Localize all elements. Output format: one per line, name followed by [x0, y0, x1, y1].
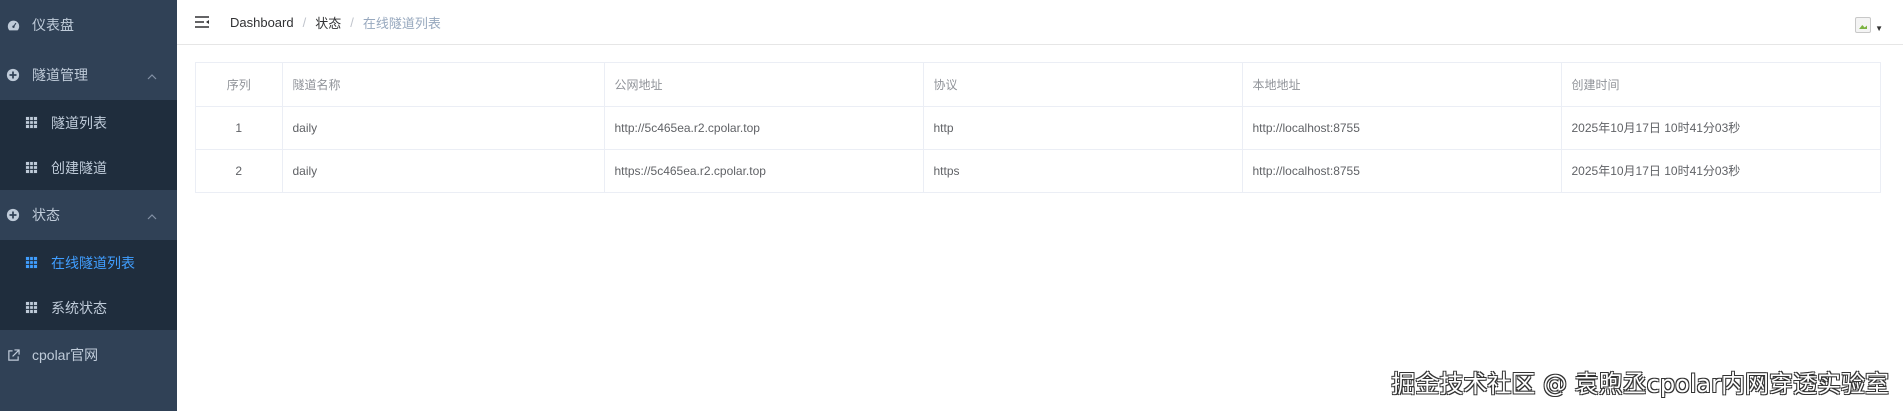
cell-local-addr: http://localhost:8755 [1242, 106, 1562, 150]
main-content: Dashboard / 状态 / 在线隧道列表 ▼ 序列 隧道名称 公网地址 协… [177, 0, 1903, 411]
sidebar-item-label: 状态 [32, 207, 60, 223]
cell-protocol: http [923, 106, 1243, 150]
submenu-tunnel: 隧道列表 创建隧道 [0, 100, 177, 190]
cell-index: 2 [196, 149, 283, 192]
cell-name: daily [282, 106, 605, 150]
sidebar-item-label: 隧道列表 [51, 114, 107, 131]
sidebar-item-label: 仪表盘 [32, 17, 74, 33]
table-icon [25, 116, 39, 130]
sidebar-item-label: 在线隧道列表 [51, 254, 135, 271]
breadcrumb-separator: / [350, 14, 354, 30]
column-header-name: 隧道名称 [282, 63, 605, 107]
cell-created-time: 2025年10月17日 10时41分03秒 [1561, 106, 1880, 150]
plus-circle-icon [6, 68, 20, 82]
app-root: 仪表盘 隧道管理 隧道列表 创建隧道 状态 在线隧道列表 系统状态 cpolar… [0, 0, 1903, 411]
table-icon [25, 161, 39, 175]
sidebar-item-label: 隧道管理 [32, 67, 88, 83]
breadcrumb-item-current: 在线隧道列表 [362, 15, 441, 31]
sidebar-item-tunnel-list[interactable]: 隧道列表 [0, 100, 177, 145]
cell-index: 1 [196, 106, 283, 150]
hamburger-icon[interactable] [192, 12, 212, 32]
breadcrumb-separator: / [302, 14, 307, 30]
table-row: 2 daily https://5c465ea.r2.cpolar.top ht… [196, 149, 1880, 192]
sidebar-item-create-tunnel[interactable]: 创建隧道 [0, 145, 177, 190]
chevron-up-icon [147, 67, 157, 83]
cell-name: daily [282, 149, 605, 192]
breadcrumb-item-status[interactable]: 状态 [315, 13, 341, 32]
table-header-row: 序列 隧道名称 公网地址 协议 本地地址 创建时间 [196, 63, 1880, 107]
table-row: 1 daily http://5c465ea.r2.cpolar.top htt… [196, 106, 1880, 150]
caret-down-icon[interactable]: ▼ [1875, 24, 1883, 33]
sidebar-item-label: 创建隧道 [51, 159, 107, 176]
table-icon [25, 256, 39, 270]
sidebar-item-official-site[interactable]: cpolar官网 [0, 330, 177, 380]
sidebar-item-label: 系统状态 [51, 299, 107, 316]
tunnel-table: 序列 隧道名称 公网地址 协议 本地地址 创建时间 1 daily http:/… [195, 62, 1881, 193]
sidebar: 仪表盘 隧道管理 隧道列表 创建隧道 状态 在线隧道列表 系统状态 cpolar… [0, 0, 177, 411]
external-link-icon [6, 348, 20, 362]
sidebar-item-dashboard[interactable]: 仪表盘 [0, 0, 177, 50]
cell-created-time: 2025年10月17日 10时41分03秒 [1571, 164, 1741, 179]
user-menu[interactable]: ▼ [1855, 6, 1883, 33]
table-icon [25, 301, 39, 315]
column-header-protocol: 协议 [923, 63, 1243, 107]
sidebar-item-tunnel-manage[interactable]: 隧道管理 [0, 50, 177, 100]
sidebar-item-online-tunnels[interactable]: 在线隧道列表 [0, 240, 177, 285]
dashboard-icon [6, 18, 20, 32]
column-header-index: 序列 [196, 63, 283, 107]
cell-protocol: https [923, 149, 1243, 192]
column-header-created-time: 创建时间 [1561, 63, 1880, 107]
breadcrumb-item-dashboard[interactable]: Dashboard [230, 15, 294, 30]
breadcrumb: Dashboard / 状态 / 在线隧道列表 [230, 13, 441, 32]
avatar[interactable] [1855, 17, 1872, 33]
chevron-up-icon [147, 207, 157, 223]
cell-public-url: http://5c465ea.r2.cpolar.top [604, 106, 924, 150]
watermark: 掘金技术社区 @ 袁煦丞cpolar内网穿透实验室 [1391, 370, 1889, 398]
sidebar-item-system-status[interactable]: 系统状态 [0, 285, 177, 330]
navbar: Dashboard / 状态 / 在线隧道列表 ▼ [177, 0, 1903, 45]
sidebar-item-label: cpolar官网 [32, 347, 99, 363]
cell-public-url: https://5c465ea.r2.cpolar.top [604, 149, 924, 192]
sidebar-item-status[interactable]: 状态 [0, 190, 177, 240]
plus-circle-icon [6, 208, 20, 222]
submenu-status: 在线隧道列表 系统状态 [0, 240, 177, 330]
column-header-public-url: 公网地址 [604, 63, 924, 107]
column-header-local-addr: 本地地址 [1242, 63, 1562, 107]
cell-local-addr: http://localhost:8755 [1242, 149, 1562, 192]
